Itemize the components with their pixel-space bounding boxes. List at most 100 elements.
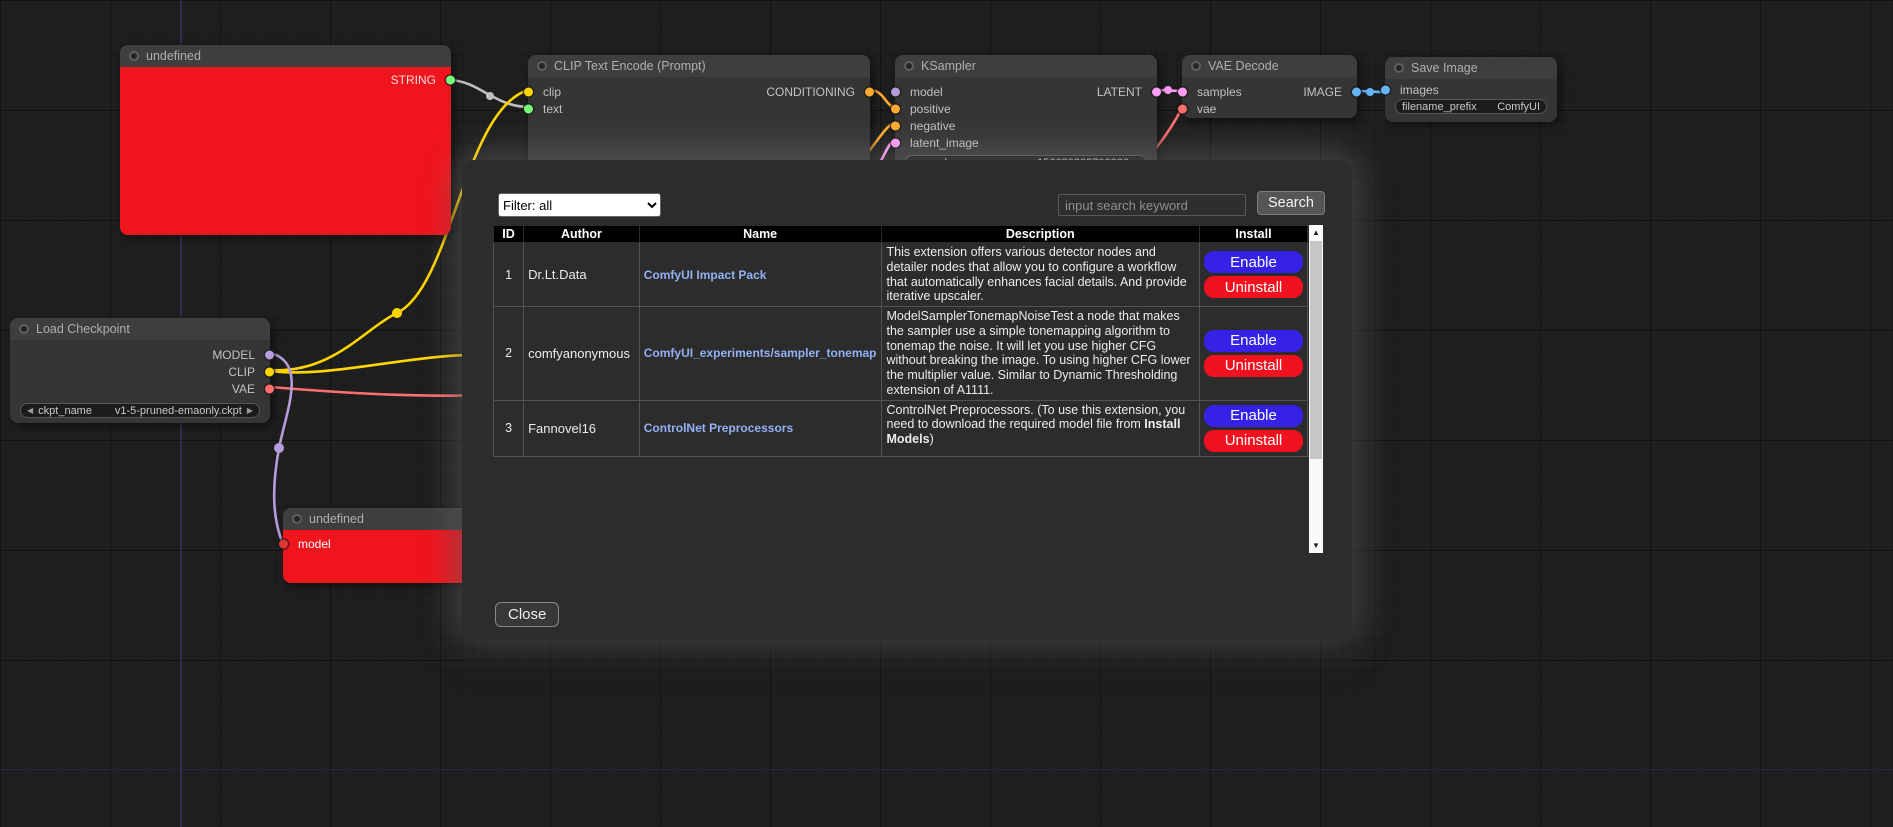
node-title-bar[interactable]: undefined [120,45,451,67]
text-input-dot[interactable] [524,104,533,113]
left-arrow-icon[interactable]: ◀ [27,406,33,415]
filter-select[interactable]: Filter: all [498,193,661,217]
node-title-bar[interactable]: CLIP Text Encode (Prompt) [528,55,870,77]
filename-prefix-widget[interactable]: filename_prefix ComfyUI [1395,99,1547,114]
conditioning-output-dot[interactable] [865,87,874,96]
node-clip-text-encode[interactable]: CLIP Text Encode (Prompt) clip CONDITION… [528,55,870,165]
enable-button[interactable]: Enable [1204,405,1303,427]
search-input[interactable] [1058,194,1246,216]
extension-link[interactable]: ComfyUI_experiments/sampler_tonemap [644,346,877,360]
clip-output-dot[interactable] [265,367,274,376]
vae-output-dot[interactable] [265,384,274,393]
wire-string-to-text [451,80,528,107]
node-save-image[interactable]: Save Image images filename_prefix ComfyU… [1385,57,1557,122]
scrollbar-thumb[interactable] [1310,241,1322,459]
custom-nodes-manager-dialog: Filter: all Search ID Author Name Descri… [462,160,1352,640]
scroll-up-button[interactable]: ▲ [1309,225,1323,240]
node-title-bar[interactable]: Save Image [1385,57,1557,79]
node-ksampler[interactable]: KSampler model LATENT positive negative … [895,55,1157,167]
name-cell: ComfyUI Impact Pack [639,243,881,307]
image-output-dot[interactable] [1352,87,1361,96]
name-cell: ControlNet Preprocessors [639,400,881,456]
scrollbar[interactable]: ▲ ▼ [1309,225,1323,553]
extension-link[interactable]: ControlNet Preprocessors [644,421,793,435]
scroll-down-icon: ▼ [1312,541,1320,550]
model-input-dot[interactable] [279,539,288,548]
node-title-bar[interactable]: KSampler [895,55,1157,77]
clip-input-dot[interactable] [524,87,533,96]
link-dot-image [1366,88,1374,96]
slot-row: MODEL [10,346,270,363]
latent-image-input-dot[interactable] [891,138,900,147]
install-cell: Enable Uninstall [1199,307,1307,401]
vae-input-dot[interactable] [1178,104,1187,113]
node-body: MODEL CLIP VAE ◀ ckpt_name v1-5-pruned-e… [10,340,270,418]
scroll-down-button[interactable]: ▼ [1309,538,1323,553]
ckpt-name-widget[interactable]: ◀ ckpt_name v1-5-pruned-emaonly.ckpt ▶ [20,403,260,418]
ckpt-name-label: ckpt_name [38,405,92,417]
install-cell: Enable Uninstall [1199,400,1307,456]
uninstall-button[interactable]: Uninstall [1204,355,1303,377]
link-dot-latent [1164,86,1172,94]
extension-row: 1 Dr.Lt.Data ComfyUI Impact Pack This ex… [494,243,1308,307]
node-body: images filename_prefix ComfyUI [1385,79,1557,114]
link-dot-string [486,92,494,100]
node-title: VAE Decode [1208,59,1279,73]
id-cell: 1 [494,243,524,307]
node-load-checkpoint[interactable]: Load Checkpoint MODEL CLIP VAE ◀ ckpt_na… [10,318,270,423]
extension-row: 3 Fannovel16 ControlNet Preprocessors Co… [494,400,1308,456]
node-status-dot [904,61,914,71]
node-title: KSampler [921,59,976,73]
node-title-bar[interactable]: VAE Decode [1182,55,1357,77]
slot-row: VAE [10,380,270,397]
comfyui-canvas[interactable]: { "colors": { "model": "#B39DDB", "clip"… [0,0,1893,827]
node-undefined-top[interactable]: undefined STRING [120,45,451,235]
output-slot-string: STRING [120,71,451,88]
node-title: undefined [309,512,364,526]
model-input-dot[interactable] [891,87,900,96]
slot-row: negative [895,117,1157,134]
node-body: clip CONDITIONING text [528,77,870,117]
header-author: Author [524,226,640,243]
model-output-dot[interactable] [265,350,274,359]
header-name: Name [639,226,881,243]
slot-row: vae [1182,100,1357,117]
images-input-dot[interactable] [1381,86,1390,95]
node-title: CLIP Text Encode (Prompt) [554,59,706,73]
extension-table-container: ID Author Name Description Install 1 Dr.… [493,225,1323,553]
link-dot-model [274,443,284,453]
link-dot-clip [392,308,402,318]
search-button[interactable]: Search [1257,191,1325,215]
node-status-dot [129,51,139,61]
filename-prefix-label: filename_prefix [1402,101,1477,113]
negative-input-dot[interactable] [891,121,900,130]
canvas-axis-horizontal [0,769,1893,771]
close-button[interactable]: Close [495,602,559,627]
extension-link[interactable]: ComfyUI Impact Pack [644,268,767,282]
uninstall-button[interactable]: Uninstall [1204,430,1303,452]
node-body: STRING [120,67,451,235]
header-description: Description [881,226,1199,243]
description-cell: ModelSamplerTonemapNoiseTest a node that… [881,307,1199,401]
node-vae-decode[interactable]: VAE Decode samples IMAGE vae [1182,55,1357,118]
positive-input-dot[interactable] [891,104,900,113]
string-output-dot[interactable] [446,75,455,84]
slot-row: positive [895,100,1157,117]
install-cell: Enable Uninstall [1199,243,1307,307]
table-header-row: ID Author Name Description Install [494,226,1308,243]
enable-button[interactable]: Enable [1204,330,1303,352]
uninstall-button[interactable]: Uninstall [1204,276,1303,298]
node-body: model LATENT positive negative latent_im… [895,77,1157,170]
latent-output-dot[interactable] [1152,87,1161,96]
header-install: Install [1199,226,1307,243]
slot-row: samples IMAGE [1182,83,1357,100]
node-status-dot [537,61,547,71]
id-cell: 2 [494,307,524,401]
enable-button[interactable]: Enable [1204,251,1303,273]
right-arrow-icon[interactable]: ▶ [247,406,253,415]
scroll-up-icon: ▲ [1312,228,1320,237]
samples-input-dot[interactable] [1178,87,1187,96]
header-id: ID [494,226,524,243]
node-title-bar[interactable]: Load Checkpoint [10,318,270,340]
extension-table: ID Author Name Description Install 1 Dr.… [493,225,1308,457]
